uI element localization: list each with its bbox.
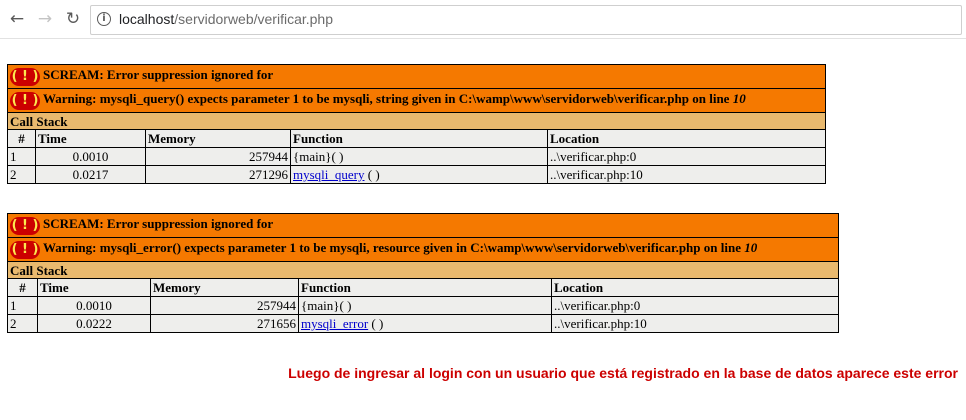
table-row: 1 0.0010 257944 {main}( ) ..\verificar.p… [7, 296, 839, 315]
table-row: 1 0.0010 257944 {main}( ) ..\verificar.p… [7, 147, 826, 166]
table-row: 2 0.0217 271296 mysqli_query ( ) ..\veri… [7, 165, 826, 184]
function-name: {main} [293, 149, 332, 164]
column-header-row: # Time Memory Function Location [7, 129, 826, 148]
col-header-location: Location [551, 278, 839, 297]
warning-row: ( ! ) Warning: mysqli_error() expects par… [7, 237, 839, 262]
function-parens: ( ) [331, 149, 344, 164]
col-header-location: Location [547, 129, 826, 148]
warning-text: Warning: mysqli_error() expects paramete… [43, 240, 741, 256]
row-number: 1 [7, 296, 38, 315]
xdebug-error-table-1: ( ! ) SCREAM: Error suppression ignored f… [7, 64, 826, 184]
row-number: 2 [7, 314, 38, 333]
col-header-time: Time [35, 129, 146, 148]
row-memory: 257944 [145, 147, 291, 166]
scream-text: SCREAM: Error suppression ignored for [43, 216, 274, 232]
function-parens: ( ) [371, 316, 384, 331]
warning-text: Warning: mysqli_query() expects paramete… [43, 91, 730, 107]
row-time: 0.0010 [37, 296, 151, 315]
row-time: 0.0222 [37, 314, 151, 333]
call-stack-title-row: Call Stack [7, 112, 826, 130]
forward-arrow-icon[interactable]: → [34, 8, 56, 30]
info-icon[interactable]: i [97, 12, 111, 26]
scream-row: ( ! ) SCREAM: Error suppression ignored f… [7, 64, 826, 89]
warning-line-number: 10 [744, 240, 758, 256]
row-function: mysqli_query ( ) [290, 165, 548, 184]
row-memory: 271656 [150, 314, 299, 333]
row-location: ..\verificar.php:0 [547, 147, 826, 166]
function-name: {main} [301, 298, 340, 313]
error-icon: ( ! ) [10, 240, 40, 259]
warning-line-number: 10 [732, 91, 746, 107]
error-icon: ( ! ) [10, 91, 40, 110]
col-header-memory: Memory [150, 278, 299, 297]
row-function: {main}( ) [298, 296, 552, 315]
row-function: {main}( ) [290, 147, 548, 166]
xdebug-error-table-2: ( ! ) SCREAM: Error suppression ignored f… [7, 213, 839, 333]
row-time: 0.0010 [35, 147, 146, 166]
col-header-function: Function [298, 278, 552, 297]
error-icon: ( ! ) [10, 67, 40, 86]
col-header-number: # [7, 129, 36, 148]
address-bar[interactable]: i localhost/servidorweb/verificar.php [90, 5, 962, 35]
row-time: 0.0217 [35, 165, 146, 184]
row-function: mysqli_error ( ) [298, 314, 552, 333]
table-row: 2 0.0222 271656 mysqli_error ( ) ..\veri… [7, 314, 839, 333]
row-location: ..\verificar.php:10 [547, 165, 826, 184]
function-link[interactable]: mysqli_error [301, 316, 368, 331]
annotation-note: Luego de ingresar al login con un usuari… [288, 365, 958, 381]
error-icon: ( ! ) [10, 216, 40, 235]
browser-toolbar: ← → ↻ i localhost/servidorweb/verificar.… [0, 0, 966, 39]
function-link[interactable]: mysqli_query [293, 167, 365, 182]
col-header-number: # [7, 278, 38, 297]
function-parens: ( ) [367, 167, 380, 182]
call-stack-title: Call Stack [7, 112, 826, 130]
row-number: 2 [7, 165, 36, 184]
url-text[interactable]: localhost/servidorweb/verificar.php [119, 10, 333, 29]
url-host: localhost [119, 11, 175, 27]
call-stack-title-row: Call Stack [7, 261, 839, 279]
warning-row: ( ! ) Warning: mysqli_query() expects par… [7, 88, 826, 113]
call-stack-title: Call Stack [7, 261, 839, 279]
col-header-function: Function [290, 129, 548, 148]
function-parens: ( ) [339, 298, 352, 313]
row-number: 1 [7, 147, 36, 166]
scream-text: SCREAM: Error suppression ignored for [43, 67, 274, 83]
column-header-row: # Time Memory Function Location [7, 278, 839, 297]
row-memory: 271296 [145, 165, 291, 184]
row-location: ..\verificar.php:10 [551, 314, 839, 333]
scream-row: ( ! ) SCREAM: Error suppression ignored f… [7, 213, 839, 238]
row-memory: 257944 [150, 296, 299, 315]
row-location: ..\verificar.php:0 [551, 296, 839, 315]
reload-icon[interactable]: ↻ [62, 8, 84, 30]
url-path: /servidorweb/verificar.php [174, 11, 334, 27]
col-header-memory: Memory [145, 129, 291, 148]
col-header-time: Time [37, 278, 151, 297]
back-arrow-icon[interactable]: ← [6, 8, 28, 30]
